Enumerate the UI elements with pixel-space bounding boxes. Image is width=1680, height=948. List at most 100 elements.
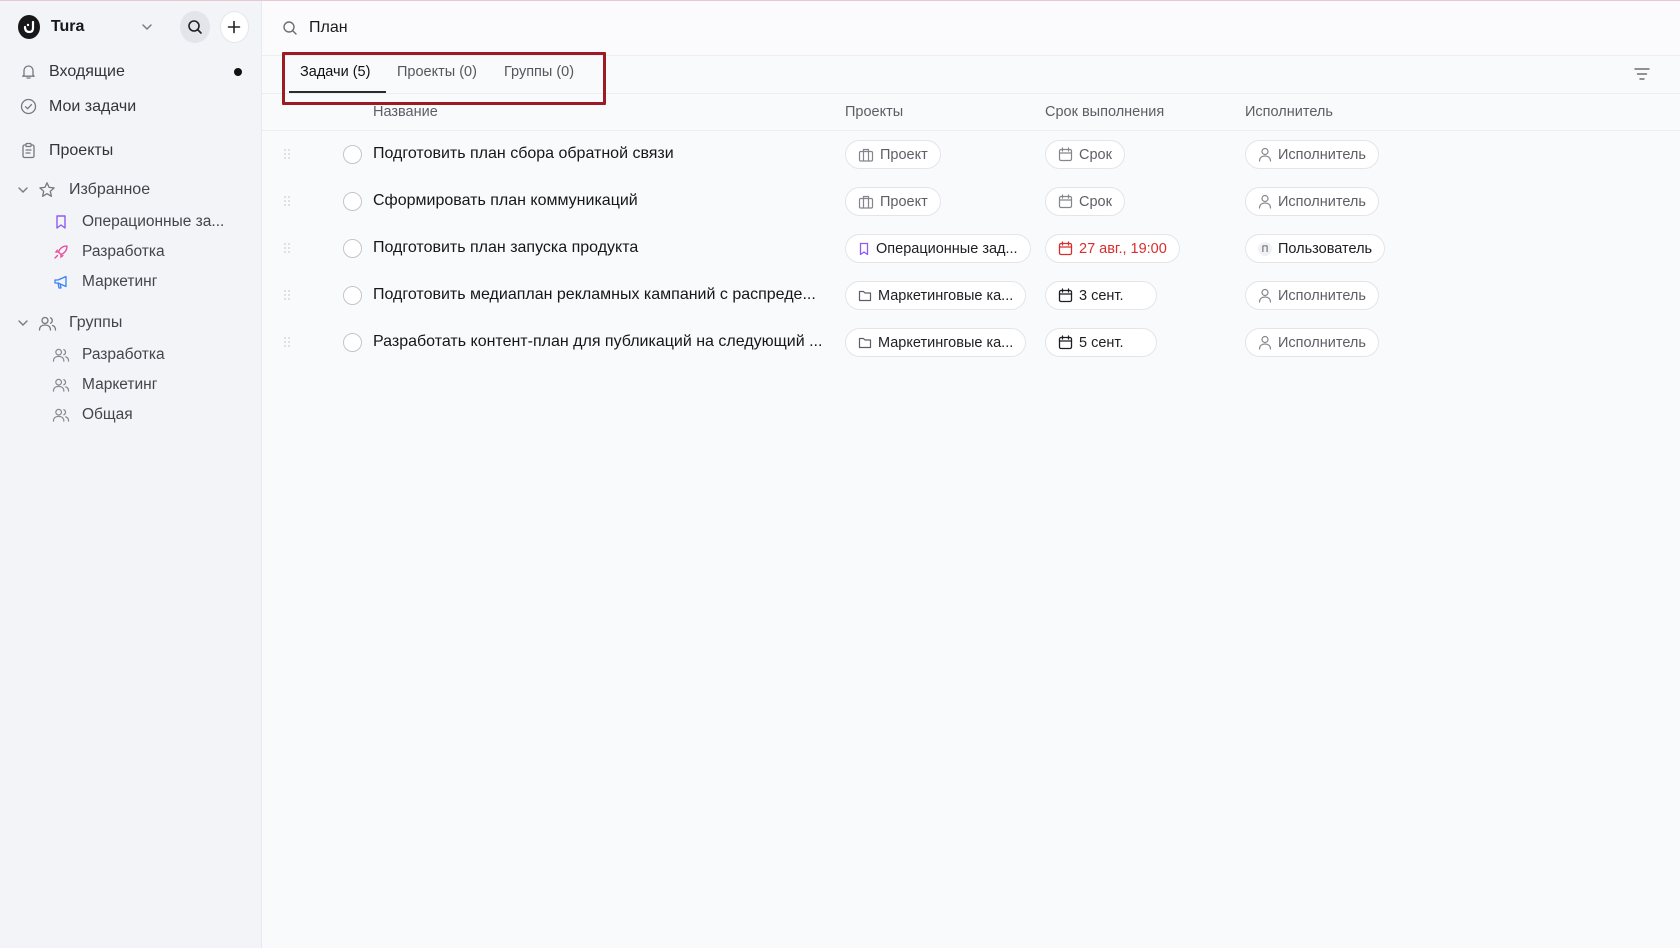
tab-groups[interactable]: Группы (0) [504, 64, 574, 80]
user-icon [1258, 335, 1272, 350]
workspace-name[interactable]: Tura [51, 18, 84, 36]
project-chip-label: Маркетинговые ка... [878, 287, 1014, 304]
drag-handle-icon[interactable] [283, 147, 291, 161]
search-bar[interactable]: План [262, 1, 1680, 56]
user-icon [1258, 147, 1272, 162]
due-date-chip[interactable]: 3 сент. [1045, 281, 1157, 310]
user-icon [1258, 288, 1272, 303]
chevron-down-icon[interactable] [17, 184, 31, 196]
task-title[interactable]: Подготовить план запуска продукта [373, 239, 833, 257]
search-button[interactable] [180, 11, 210, 43]
drag-handle-icon[interactable] [283, 241, 291, 255]
chevron-down-icon[interactable] [140, 20, 154, 34]
favorite-item-operations[interactable]: Операционные за... [0, 207, 261, 237]
task-complete-checkbox[interactable] [343, 239, 362, 258]
task-title[interactable]: Подготовить медиаплан рекламных кампаний… [373, 286, 833, 304]
favorite-item-label: Разработка [82, 243, 165, 260]
filter-icon[interactable] [1634, 67, 1650, 81]
avatar: П [1258, 241, 1272, 256]
due-date-label: 3 сент. [1079, 287, 1124, 304]
group-item-general[interactable]: Общая [0, 400, 261, 430]
group-item-marketing[interactable]: Маркетинг [0, 370, 261, 400]
sidebar-item-label: Проекты [49, 141, 114, 159]
search-icon [188, 20, 202, 34]
assignee-chip[interactable]: Исполнитель [1245, 140, 1379, 169]
drag-handle-icon[interactable] [283, 335, 291, 349]
drag-handle-icon[interactable] [283, 288, 291, 302]
due-date-chip[interactable]: Срок [1045, 140, 1125, 169]
task-title[interactable]: Разработать контент-план для публикаций … [373, 333, 833, 351]
favorite-item-development[interactable]: Разработка [0, 237, 261, 267]
group-item-label: Общая [82, 406, 133, 423]
users-icon [52, 346, 70, 364]
sidebar-item-inbox[interactable]: Входящие [0, 54, 261, 89]
groups-section-header[interactable]: Группы [0, 306, 261, 340]
check-circle-icon [19, 98, 37, 116]
task-title[interactable]: Подготовить план сбора обратной связи [373, 145, 833, 163]
table-row[interactable]: Подготовить план запуска продукта Операц… [262, 225, 1680, 272]
assignee-label: Исполнитель [1278, 193, 1366, 210]
due-date-label: 5 сент. [1079, 334, 1124, 351]
table-row[interactable]: Разработать контент-план для публикаций … [262, 319, 1680, 366]
task-title[interactable]: Сформировать план коммуникаций [373, 192, 833, 210]
sidebar-item-label: Входящие [49, 62, 125, 80]
assignee-chip[interactable]: Исполнитель [1245, 328, 1379, 357]
table-row[interactable]: Подготовить план сбора обратной связи Пр… [262, 131, 1680, 178]
users-icon [38, 315, 58, 332]
users-icon [52, 406, 70, 424]
due-date-chip-overdue[interactable]: 27 авг., 19:00 [1045, 234, 1180, 263]
project-chip-label: Маркетинговые ка... [878, 334, 1014, 351]
add-button[interactable] [219, 11, 249, 43]
tab-tasks[interactable]: Задачи (5) [300, 64, 370, 80]
task-complete-checkbox[interactable] [343, 286, 362, 305]
project-chip[interactable]: Проект [845, 187, 941, 216]
project-chip[interactable]: Проект [845, 140, 941, 169]
task-complete-checkbox[interactable] [343, 192, 362, 211]
bookmark-icon [858, 242, 870, 256]
due-date-chip[interactable]: Срок [1045, 187, 1125, 216]
favorite-item-marketing[interactable]: Маркетинг [0, 267, 261, 297]
favorites-section-header[interactable]: Избранное [0, 173, 261, 207]
search-input[interactable]: План [309, 19, 348, 37]
groups-label: Группы [69, 314, 123, 331]
tab-projects[interactable]: Проекты (0) [397, 64, 477, 80]
table-row[interactable]: Подготовить медиаплан рекламных кампаний… [262, 272, 1680, 319]
chevron-down-icon[interactable] [17, 317, 31, 329]
project-chip[interactable]: Операционные зад... [845, 234, 1031, 263]
main-content: План Задачи (5) Проекты (0) Группы (0) Н… [262, 1, 1680, 948]
table-row[interactable]: Сформировать план коммуникаций Проект Ср… [262, 178, 1680, 225]
bell-icon [19, 63, 37, 81]
due-date-chip[interactable]: 5 сент. [1045, 328, 1157, 357]
column-header-assignee[interactable]: Исполнитель [1245, 104, 1333, 120]
unread-indicator [234, 67, 242, 76]
workspace-logo-icon[interactable] [18, 15, 40, 39]
sidebar: Tura Входящие Мои задачи Проекты Избранн… [0, 1, 262, 948]
assignee-chip[interactable]: Исполнитель [1245, 281, 1379, 310]
project-chip-label: Проект [880, 146, 928, 163]
sidebar-item-projects[interactable]: Проекты [0, 133, 261, 168]
group-item-label: Разработка [82, 346, 165, 363]
search-icon [282, 20, 298, 36]
clipboard-icon [19, 142, 37, 160]
calendar-icon [1058, 241, 1073, 256]
assignee-chip[interactable]: П Пользователь [1245, 234, 1386, 263]
assignee-label: Исполнитель [1278, 334, 1366, 351]
task-complete-checkbox[interactable] [343, 145, 362, 164]
due-date-label: Срок [1079, 193, 1112, 210]
briefcase-icon [858, 148, 874, 162]
task-complete-checkbox[interactable] [343, 333, 362, 352]
folder-icon [858, 289, 872, 302]
column-header-due[interactable]: Срок выполнения [1045, 104, 1164, 120]
calendar-icon [1058, 147, 1073, 162]
column-header-name[interactable]: Название [373, 104, 438, 120]
drag-handle-icon[interactable] [283, 194, 291, 208]
column-header-project[interactable]: Проекты [845, 104, 903, 120]
group-item-development[interactable]: Разработка [0, 340, 261, 370]
plus-icon [227, 20, 241, 34]
project-chip[interactable]: Маркетинговые ка... [845, 281, 1027, 310]
project-chip[interactable]: Маркетинговые ка... [845, 328, 1027, 357]
megaphone-icon [52, 273, 70, 291]
assignee-chip[interactable]: Исполнитель [1245, 187, 1379, 216]
user-icon [1258, 194, 1272, 209]
sidebar-item-my-tasks[interactable]: Мои задачи [0, 89, 261, 124]
